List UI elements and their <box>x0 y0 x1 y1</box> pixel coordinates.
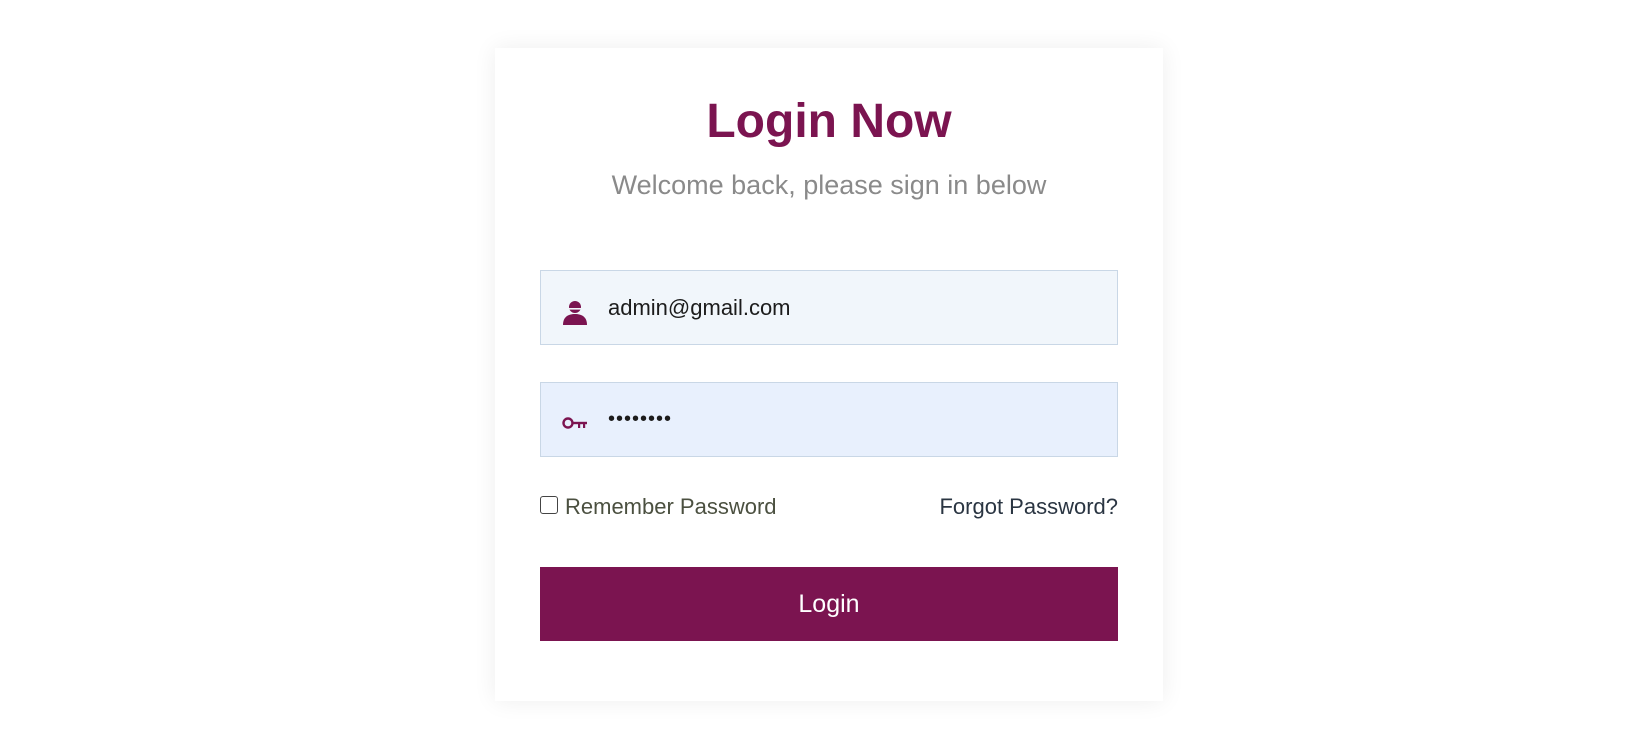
remember-password[interactable]: Remember Password <box>540 494 777 520</box>
key-icon <box>562 417 587 429</box>
login-button[interactable]: Login <box>540 567 1118 641</box>
login-options: Remember Password Forgot Password? <box>540 494 1118 526</box>
page-subtitle: Welcome back, please sign in below <box>611 170 1047 200</box>
remember-password-checkbox[interactable] <box>540 496 558 514</box>
password-field[interactable] <box>540 382 1118 457</box>
email-field[interactable] <box>540 270 1118 345</box>
email-input[interactable] <box>608 271 1098 344</box>
page-title: Login Now <box>706 95 952 148</box>
password-input[interactable] <box>608 383 1098 456</box>
remember-password-label: Remember Password <box>565 494 777 519</box>
forgot-password-link[interactable]: Forgot Password? <box>939 494 1118 520</box>
user-icon <box>563 301 587 325</box>
login-card: Login Now Welcome back, please sign in b… <box>495 48 1163 701</box>
